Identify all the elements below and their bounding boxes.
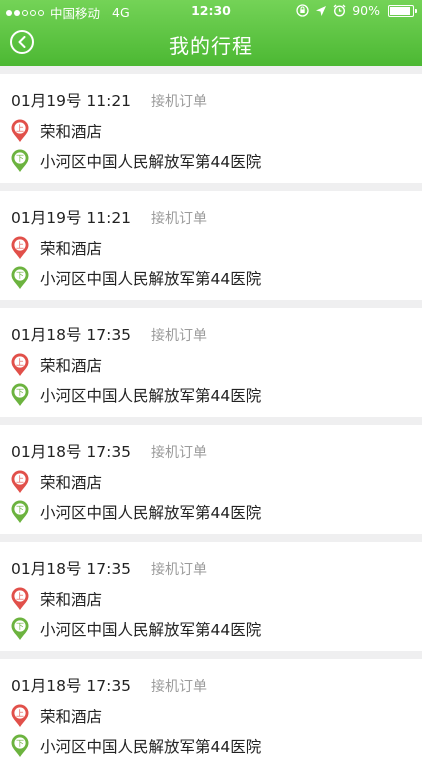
- dropoff-location: 小河区中国人民解放军第44医院: [40, 621, 262, 639]
- svg-text:上: 上: [16, 124, 24, 133]
- svg-text:下: 下: [16, 388, 24, 397]
- trip-list: 01月19号 11:21 接机订单上荣和酒店下小河区中国人民解放军第44医院 01月…: [0, 66, 422, 768]
- pickup-location: 荣和酒店: [40, 474, 103, 492]
- pickup-location: 荣和酒店: [40, 591, 103, 609]
- trip-card[interactable]: 01月19号 11:21 接机订单上 荣和酒店下 小河区中国人民解放军第44医院: [0, 191, 422, 300]
- dropoff-location: 小河区中国人民解放军第44医院: [40, 387, 262, 405]
- trip-datetime: 01月18号 17:35: [11, 677, 132, 695]
- svg-text:上: 上: [16, 358, 24, 367]
- trip-card[interactable]: 01月19号 11:21 接机订单上 荣和酒店下 小河区中国人民解放军第44医院: [0, 74, 422, 183]
- svg-text:上: 上: [16, 592, 24, 601]
- dropoff-pin-icon: 下: [11, 734, 29, 757]
- trip-card[interactable]: 01月18号 17:35 接机订单上 荣和酒店下 小河区中国人民解放军第44医院: [0, 425, 422, 534]
- pickup-pin-icon: 上: [11, 353, 29, 376]
- trip-card[interactable]: 01月18号 17:35 接机订单上 荣和酒店下 小河区中国人民解放军第44医院: [0, 308, 422, 417]
- location-arrow-icon: [316, 5, 327, 16]
- pickup-row: 上 荣和酒店: [10, 470, 102, 494]
- trip-datetime: 01月18号 17:35: [11, 560, 132, 578]
- pickup-location: 荣和酒店: [40, 123, 103, 141]
- trip-order-type: 接机订单: [151, 328, 208, 344]
- dropoff-row: 下 小河区中国人民解放军第44医院: [10, 149, 261, 173]
- dropoff-row: 下 小河区中国人民解放军第44医院: [10, 266, 261, 290]
- dropoff-pin-icon: 下: [11, 266, 29, 289]
- svg-text:上: 上: [16, 241, 24, 250]
- dropoff-pin-icon: 下: [11, 383, 29, 406]
- trip-order-type: 接机订单: [151, 562, 208, 578]
- dropoff-location: 小河区中国人民解放军第44医院: [40, 504, 262, 522]
- pickup-row: 上 荣和酒店: [10, 119, 102, 143]
- alarm-icon: [333, 4, 346, 17]
- svg-text:下: 下: [16, 271, 24, 280]
- dropoff-pin-icon: 下: [11, 617, 29, 640]
- pickup-row: 上 荣和酒店: [10, 236, 102, 260]
- pickup-location: 荣和酒店: [40, 240, 103, 258]
- app-header: 中国移动 4G 12:30 90% 我的行程: [0, 0, 422, 66]
- battery-icon: [388, 4, 417, 17]
- pickup-location: 荣和酒店: [40, 357, 103, 375]
- status-bar: 中国移动 4G 12:30 90%: [0, 0, 422, 22]
- battery-percent: 90%: [352, 3, 380, 18]
- trip-card[interactable]: 01月18号 17:35 接机订单上 荣和酒店下 小河区中国人民解放军第44医院: [0, 542, 422, 651]
- pickup-pin-icon: 上: [11, 704, 29, 727]
- svg-text:下: 下: [16, 739, 24, 748]
- pickup-row: 上 荣和酒店: [10, 587, 102, 611]
- trip-datetime: 01月18号 17:35: [11, 326, 132, 344]
- svg-text:上: 上: [16, 709, 24, 718]
- pickup-pin-icon: 上: [11, 236, 29, 259]
- page-title: 我的行程: [169, 34, 253, 58]
- svg-text:下: 下: [16, 622, 24, 631]
- trip-order-type: 接机订单: [151, 94, 208, 110]
- trip-datetime: 01月19号 11:21: [11, 209, 132, 227]
- dropoff-location: 小河区中国人民解放军第44医院: [40, 738, 262, 756]
- pickup-pin-icon: 上: [11, 470, 29, 493]
- trip-datetime: 01月19号 11:21: [11, 92, 132, 110]
- dropoff-location: 小河区中国人民解放军第44医院: [40, 270, 262, 288]
- dropoff-row: 下 小河区中国人民解放军第44医院: [10, 500, 261, 524]
- trip-order-type: 接机订单: [151, 211, 208, 227]
- svg-text:上: 上: [16, 475, 24, 484]
- dropoff-location: 小河区中国人民解放军第44医院: [40, 153, 262, 171]
- trip-order-type: 接机订单: [151, 679, 208, 695]
- pickup-row: 上 荣和酒店: [10, 704, 102, 728]
- dropoff-pin-icon: 下: [11, 500, 29, 523]
- svg-text:下: 下: [16, 154, 24, 163]
- pickup-location: 荣和酒店: [40, 708, 103, 726]
- dropoff-row: 下 小河区中国人民解放军第44医院: [10, 617, 261, 641]
- pickup-pin-icon: 上: [11, 119, 29, 142]
- pickup-row: 上 荣和酒店: [10, 353, 102, 377]
- trip-card[interactable]: 01月18号 17:35 接机订单上 荣和酒店下 小河区中国人民解放军第44医院: [0, 659, 422, 768]
- svg-text:下: 下: [16, 505, 24, 514]
- trip-datetime: 01月18号 17:35: [11, 443, 132, 461]
- dropoff-pin-icon: 下: [11, 149, 29, 172]
- dropoff-row: 下 小河区中国人民解放军第44医院: [10, 734, 261, 758]
- trip-order-type: 接机订单: [151, 445, 208, 461]
- dropoff-row: 下 小河区中国人民解放军第44医院: [10, 383, 261, 407]
- pickup-pin-icon: 上: [11, 587, 29, 610]
- orientation-lock-icon: [296, 4, 309, 17]
